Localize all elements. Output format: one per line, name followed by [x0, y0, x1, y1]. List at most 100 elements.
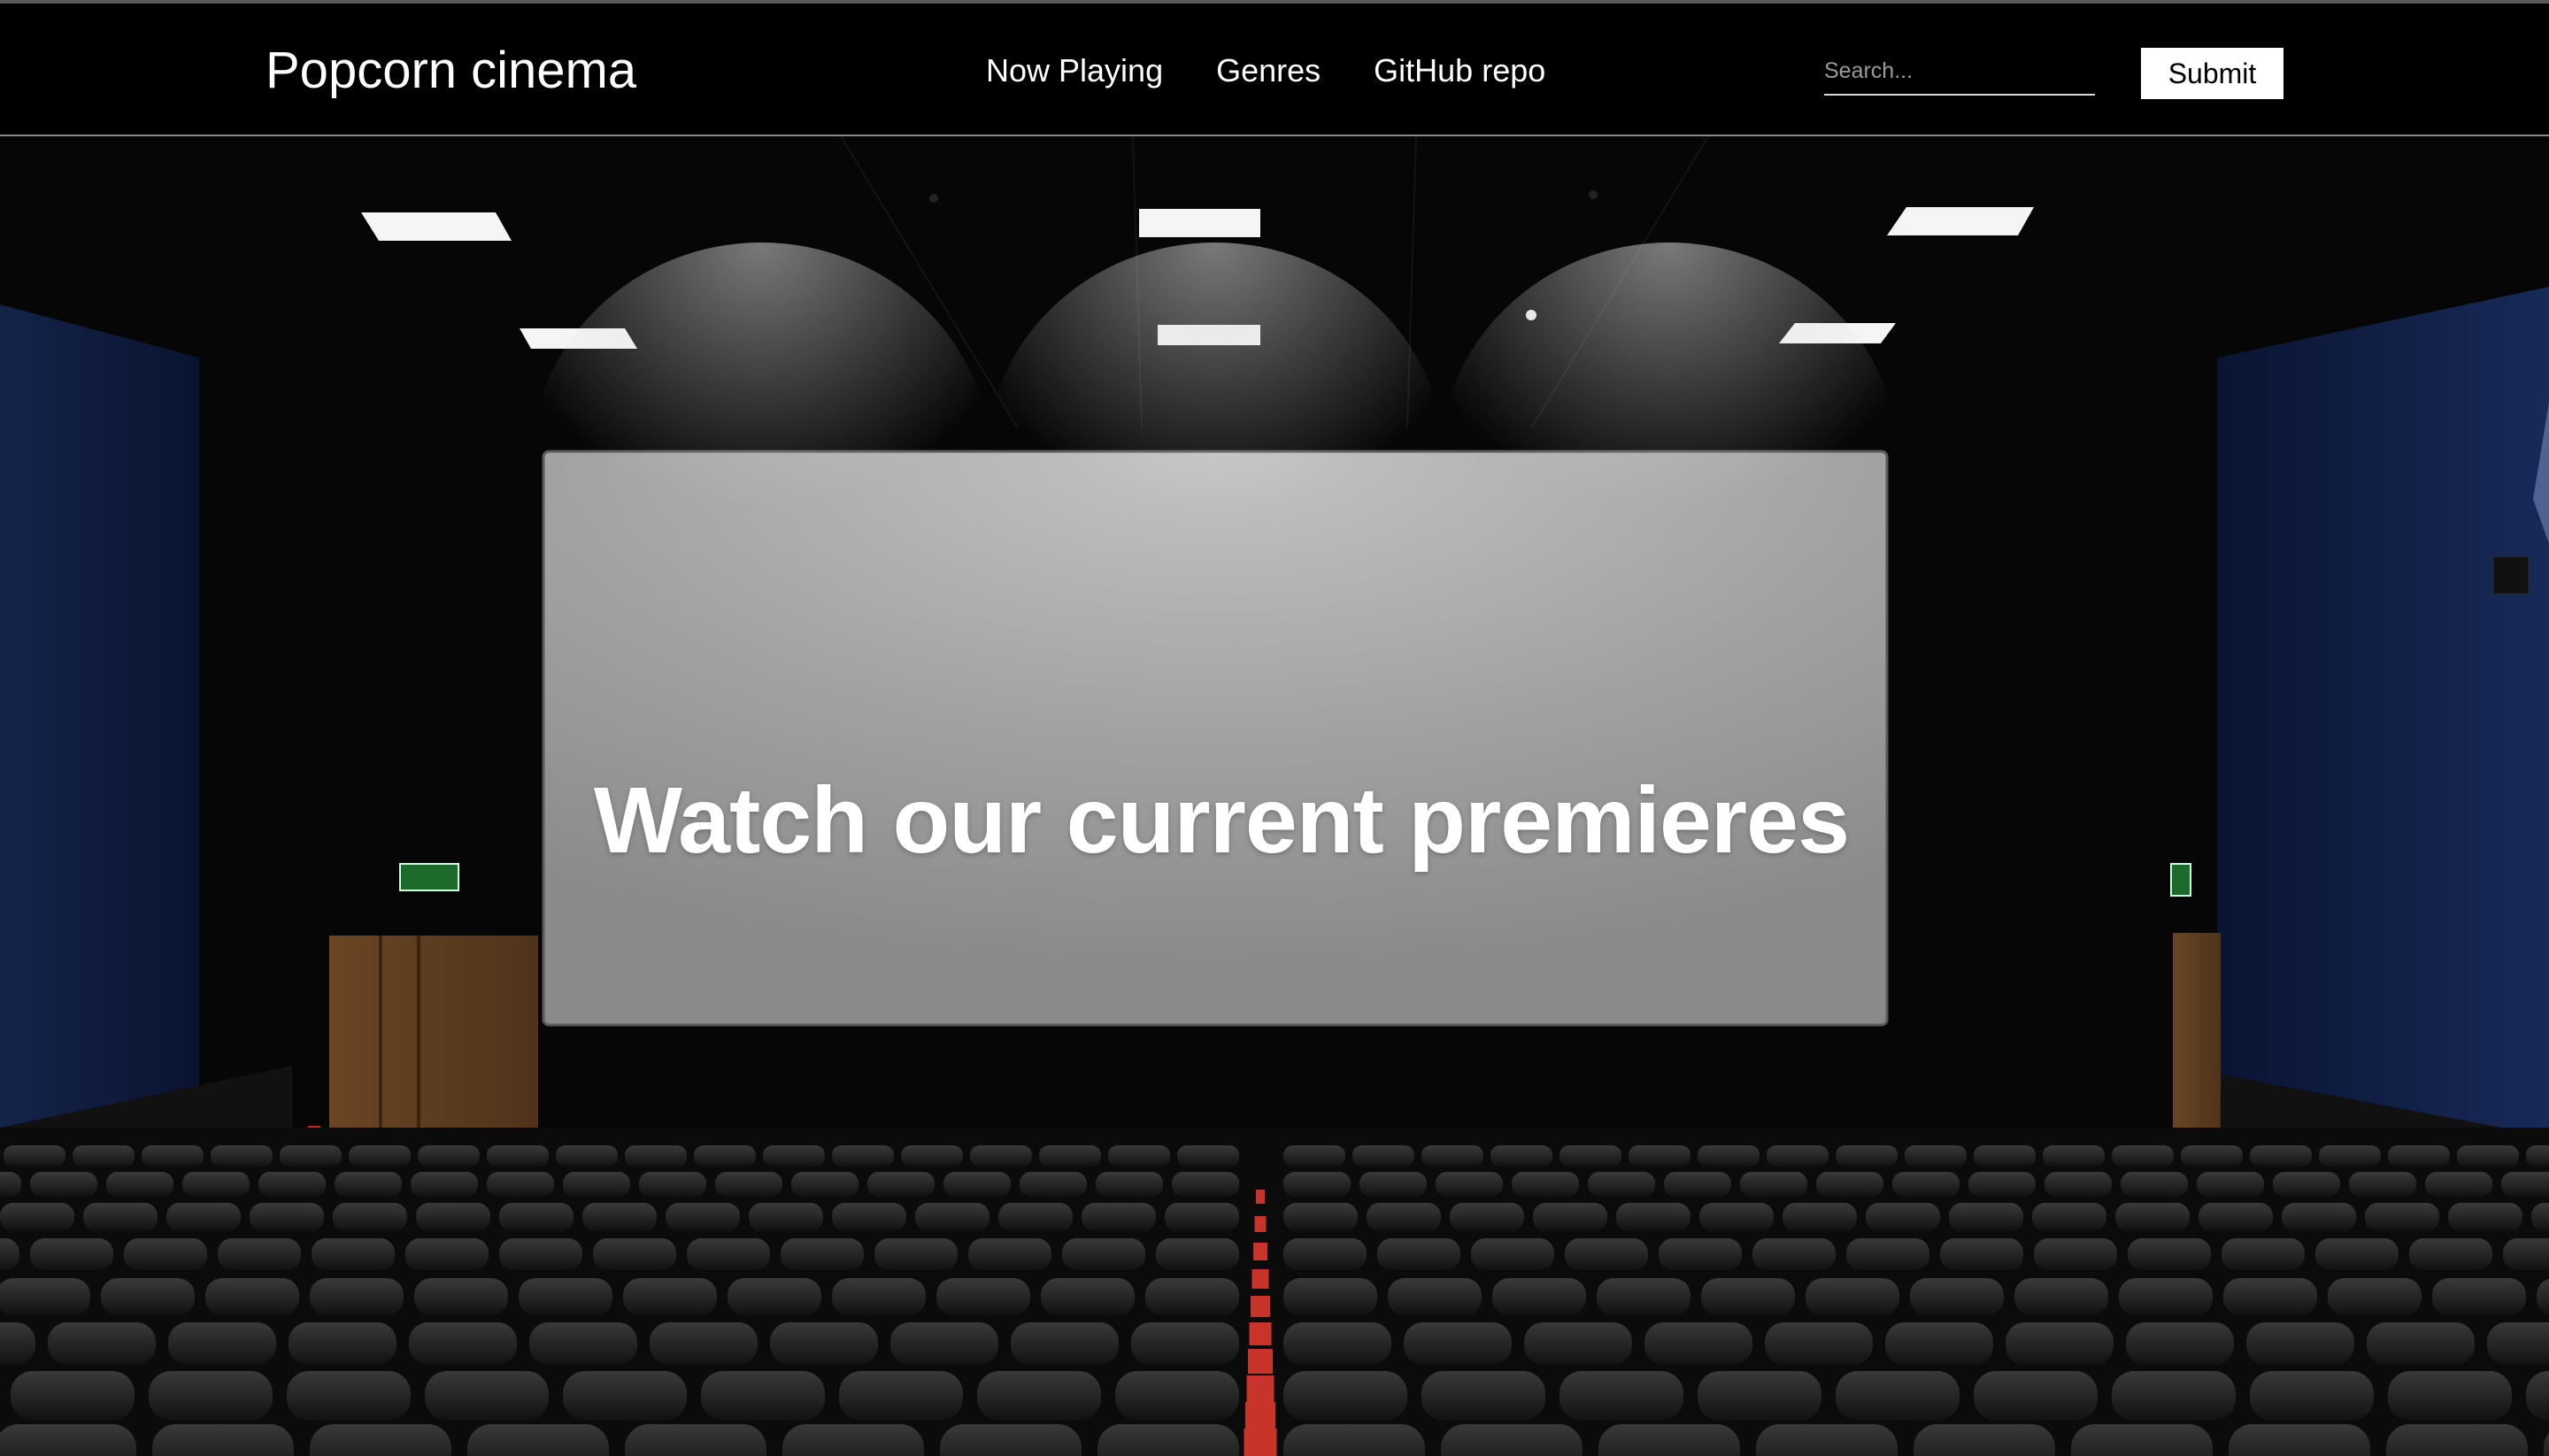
- seat: [310, 1278, 404, 1315]
- seat: [1388, 1278, 1482, 1315]
- seat: [2032, 1203, 2106, 1231]
- seat: [2425, 1172, 2492, 1197]
- seat: [1866, 1203, 1940, 1231]
- seat: [0, 1322, 35, 1365]
- seat: [2457, 1145, 2519, 1167]
- seat: [2126, 1322, 2234, 1365]
- seat: [487, 1145, 549, 1167]
- seat: [1598, 1424, 1740, 1456]
- seat: [2071, 1424, 2213, 1456]
- seat: [425, 1371, 549, 1421]
- submit-button[interactable]: Submit: [2141, 48, 2283, 99]
- seat: [563, 1172, 630, 1197]
- seat: [940, 1424, 1082, 1456]
- seat: [2487, 1322, 2549, 1365]
- seat: [2388, 1371, 2512, 1421]
- seat: [1559, 1371, 1683, 1421]
- seat: [1490, 1145, 1552, 1167]
- seat: [2526, 1145, 2549, 1167]
- seat: [2328, 1278, 2422, 1315]
- seat: [405, 1238, 489, 1270]
- aisle-seat: [1254, 1216, 1267, 1232]
- aisle-seat: [1246, 1375, 1274, 1402]
- seat: [1377, 1238, 1460, 1270]
- seat: [1062, 1238, 1145, 1270]
- seat: [728, 1278, 821, 1315]
- seat: [694, 1145, 756, 1167]
- seat: [1172, 1172, 1239, 1197]
- seat: [2282, 1203, 2356, 1231]
- seat: [487, 1172, 554, 1197]
- seat: [1450, 1203, 1524, 1231]
- seat: [839, 1371, 963, 1421]
- seat: [998, 1203, 1073, 1231]
- seat: [2128, 1238, 2211, 1270]
- seat: [30, 1238, 113, 1270]
- seat: [2503, 1238, 2549, 1270]
- seat: [2315, 1238, 2399, 1270]
- seat: [650, 1322, 758, 1365]
- seat: [1756, 1424, 1898, 1456]
- seat: [529, 1322, 637, 1365]
- seat: [715, 1172, 782, 1197]
- seat: [625, 1145, 687, 1167]
- seat: [874, 1238, 958, 1270]
- aisle-seat: [1256, 1190, 1265, 1204]
- seat: [250, 1203, 324, 1231]
- seat: [0, 1203, 74, 1231]
- seat: [1836, 1371, 1960, 1421]
- seat: [1471, 1238, 1554, 1270]
- seat: [467, 1424, 609, 1456]
- seat: [556, 1145, 618, 1167]
- seat: [943, 1172, 1011, 1197]
- seat: [1524, 1322, 1632, 1365]
- seat: [2365, 1203, 2439, 1231]
- seat: [563, 1371, 687, 1421]
- seat: [1698, 1371, 1821, 1421]
- seat: [1283, 1238, 1367, 1270]
- seat: [1039, 1145, 1101, 1167]
- seat: [1283, 1145, 1345, 1167]
- nav-links: Now Playing Genres GitHub repo: [986, 50, 1545, 92]
- brand-logo[interactable]: Popcorn cinema: [266, 40, 636, 102]
- seat: [2349, 1172, 2416, 1197]
- seat: [414, 1278, 508, 1315]
- search-input[interactable]: [1824, 53, 2095, 96]
- seat: [1974, 1145, 2036, 1167]
- seat: [1974, 1371, 2098, 1421]
- seat: [2501, 1172, 2549, 1197]
- seat: [2223, 1278, 2317, 1315]
- seat: [1910, 1278, 2004, 1315]
- seat: [639, 1172, 706, 1197]
- seat: [1767, 1145, 1829, 1167]
- nav-link-github-repo[interactable]: GitHub repo: [1374, 50, 1545, 92]
- seat: [1165, 1203, 1239, 1231]
- seat: [1367, 1203, 1441, 1231]
- seat: [312, 1238, 395, 1270]
- seat: [1131, 1322, 1239, 1365]
- seat: [1097, 1424, 1239, 1456]
- seat: [1283, 1322, 1391, 1365]
- hero-section: Watch our current premieres: [0, 136, 2549, 1456]
- seat: [1783, 1203, 1857, 1231]
- nav-link-now-playing[interactable]: Now Playing: [986, 50, 1163, 92]
- seat: [30, 1172, 97, 1197]
- seat: [1108, 1145, 1170, 1167]
- seat: [749, 1203, 823, 1231]
- seat: [106, 1172, 173, 1197]
- seat: [1940, 1238, 2023, 1270]
- seat: [1588, 1172, 1655, 1197]
- seat: [166, 1203, 241, 1231]
- seat: [83, 1203, 158, 1231]
- seat: [349, 1145, 411, 1167]
- seat: [782, 1424, 924, 1456]
- seat: [1145, 1278, 1239, 1315]
- seat: [519, 1278, 612, 1315]
- seat: [1177, 1145, 1239, 1167]
- seat: [1492, 1278, 1586, 1315]
- nav-link-genres[interactable]: Genres: [1216, 50, 1321, 92]
- seat: [2250, 1145, 2312, 1167]
- aisle-seat: [1249, 1322, 1272, 1345]
- seat: [2014, 1278, 2108, 1315]
- aisle-seat: [1251, 1296, 1270, 1317]
